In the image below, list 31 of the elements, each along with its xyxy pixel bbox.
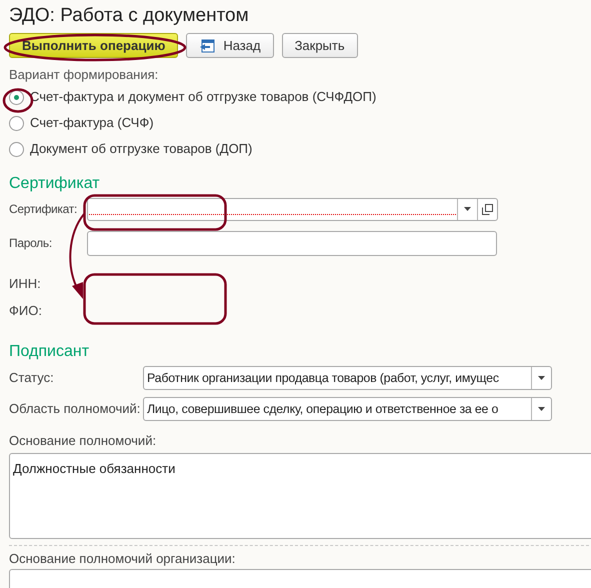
field-label: Пароль: [9,235,53,252]
password-field[interactable] [87,230,497,256]
text-area[interactable]: Должностные обязанности [9,453,591,539]
text-value: Должностные обязанности [13,461,176,476]
section-heading: Сертификат [9,174,100,194]
select-field[interactable]: Работник организации продавца товаров (работ, услуг, имущес [143,366,552,390]
dropdown-icon[interactable] [464,207,471,211]
field-label: Статус: [9,368,55,387]
select-value: Лицо, совершившее сделку, операцию и ответственное за ее о [146,400,500,418]
dropdown-button[interactable] [538,376,545,380]
field-label: ИНН: [9,274,41,293]
dropdown-button[interactable] [538,406,545,410]
group-label: Вариант формирования: [9,66,158,84]
select-field[interactable]: Лицо, совершившее сделку, операцию и ответственное за ее о [143,396,552,420]
field-label: Сертификат: [9,201,78,218]
close-button[interactable]: Закрыть [282,33,358,58]
radio-button[interactable] [9,142,24,156]
radio-label: Документ об отгрузке товаров (ДОП) [30,140,252,158]
radio-button[interactable] [9,116,24,130]
window-title: ЭДО: Работа с документом [9,4,249,28]
back-button[interactable]: Назад [186,33,274,58]
field-label: Область полномочий: [9,400,142,418]
back-icon [199,38,216,52]
field-label: ФИО: [9,302,42,320]
open-icon[interactable] [482,204,493,214]
certificate-select[interactable] [87,198,498,220]
radio-label: Счет-фактура (СЧФ) [30,114,154,132]
field-label: Основание полномочий организации: [9,550,236,568]
section-heading: Подписант [9,342,90,362]
select-value: Работник организации продавца товаров (работ, услуг, имущес [146,370,500,387]
field-label: Основание полномочий: [9,432,156,450]
